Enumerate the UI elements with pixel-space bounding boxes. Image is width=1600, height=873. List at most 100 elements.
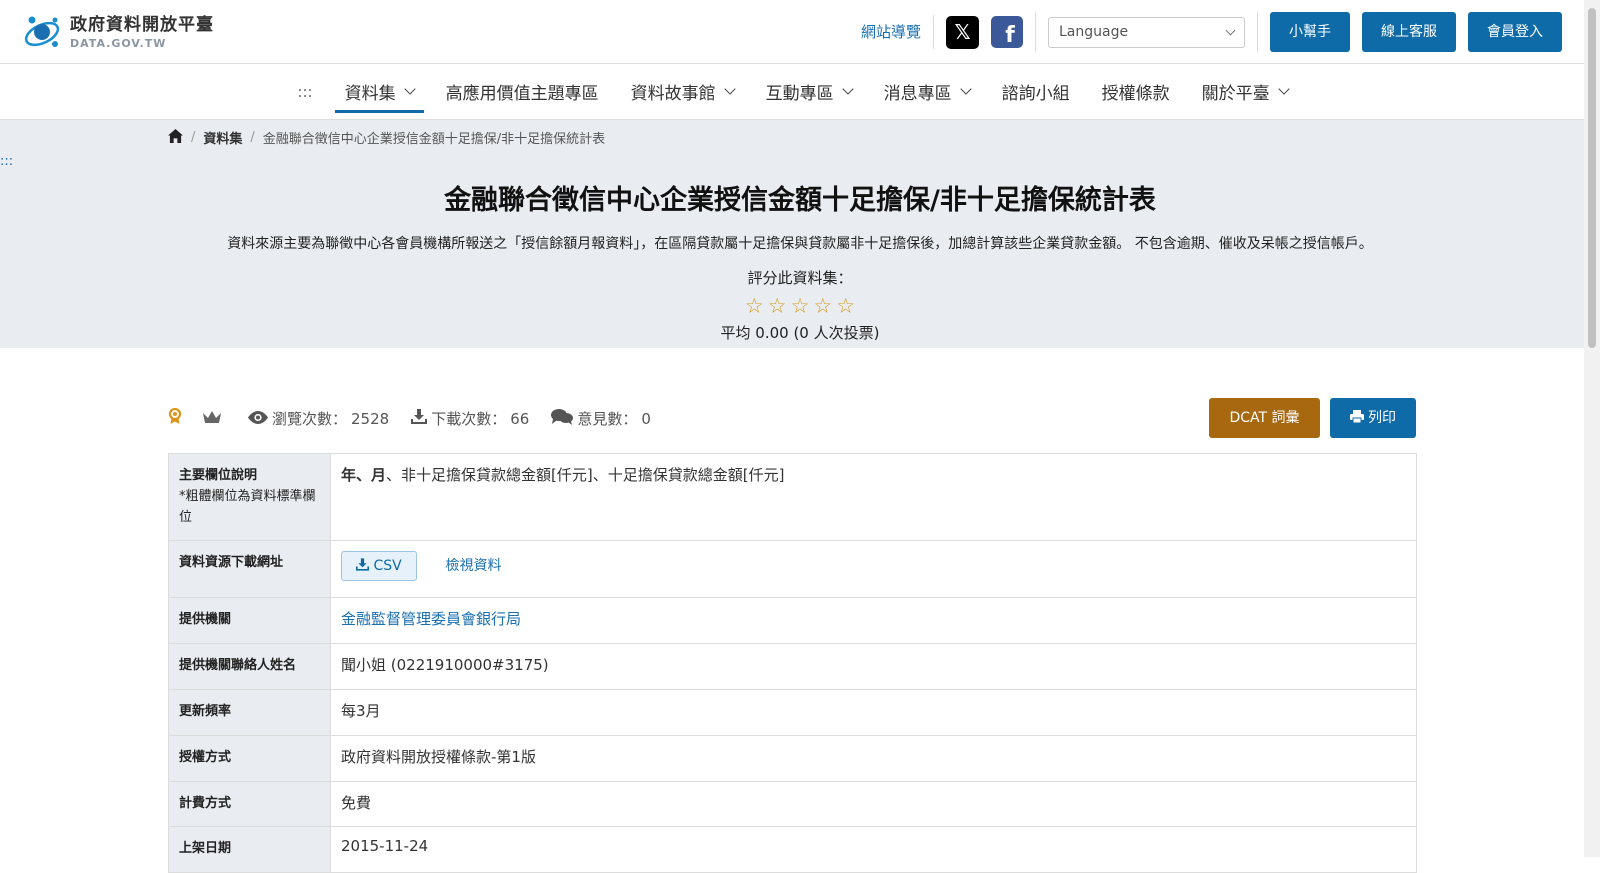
page-scrollbar[interactable] xyxy=(1584,0,1600,857)
dataset-hero: / 資料集 / 金融聯合徵信中心企業授信金額十足擔保/非十足擔保統計表 ::: … xyxy=(0,120,1600,348)
content-accesskey[interactable]: ::: xyxy=(0,154,13,169)
nav-item-label: 資料故事館 xyxy=(630,84,716,104)
listed-date-value: 2015-11-24 xyxy=(330,826,1417,873)
language-select[interactable]: Language xyxy=(1048,16,1245,48)
nav-item-about[interactable]: 關於平臺 xyxy=(1186,64,1304,119)
dataset-stats: 瀏覽次數： 2528 下載次數： 66 意見數： 0 DCAT 詞彙 列印 xyxy=(168,398,1416,438)
member-login-button[interactable]: 會員登入 xyxy=(1468,12,1562,52)
fields-standard: 年、月 xyxy=(341,466,387,484)
nav-item-news[interactable]: 消息專區 xyxy=(868,64,986,119)
rating-stars: ☆ ☆ ☆ ☆ ☆ xyxy=(0,294,1600,318)
views-label: 瀏覽次數： xyxy=(272,410,348,428)
downloads-label: 下載次數： xyxy=(431,410,507,428)
chevron-down-icon xyxy=(1225,25,1236,35)
breadcrumb-current: 金融聯合徵信中心企業授信金額十足擔保/非十足擔保統計表 xyxy=(262,132,606,147)
nav-item-datasets[interactable]: 資料集 xyxy=(329,64,430,119)
site-header: 政府資料開放平臺 DATA.GOV.TW 網站導覽 𝕏 f Language 小… xyxy=(0,0,1600,64)
home-icon[interactable] xyxy=(168,128,183,147)
csv-button-label: CSV xyxy=(373,558,402,575)
nav-item-label: 高應用價值主題專區 xyxy=(445,84,599,104)
download-url-label: 資料資源下載網址 xyxy=(168,540,331,599)
comments-label: 意見數： xyxy=(577,410,638,428)
table-row: 資料資源下載網址 CSV 檢視資料 xyxy=(168,540,1417,599)
table-row: 提供機關聯絡人姓名 聞小姐 (0221910000#3175) xyxy=(168,643,1417,690)
site-logo[interactable]: 政府資料開放平臺 DATA.GOV.TW xyxy=(22,10,214,50)
x-icon[interactable]: 𝕏 xyxy=(946,15,979,49)
chevron-down-icon xyxy=(403,83,416,95)
star-icon[interactable]: ☆ xyxy=(768,294,787,318)
chevron-down-icon xyxy=(959,83,972,95)
fee-label: 計費方式 xyxy=(168,780,331,828)
logo-icon xyxy=(22,10,62,50)
star-icon[interactable]: ☆ xyxy=(836,294,855,318)
comments-icon xyxy=(551,408,574,429)
breadcrumb-separator: / xyxy=(250,130,255,145)
online-service-button[interactable]: 線上客服 xyxy=(1362,12,1456,52)
table-row: 提供機關 金融監督管理委員會銀行局 xyxy=(168,597,1417,645)
main-nav: ::: 資料集 高應用價值主題專區 資料故事館 互動專區 消息專區 諮詢小組 授… xyxy=(0,64,1600,120)
chevron-down-icon xyxy=(723,83,736,95)
nav-item-label: 關於平臺 xyxy=(1201,84,1270,104)
nav-item-interactive[interactable]: 互動專區 xyxy=(750,64,868,119)
breadcrumb: / 資料集 / 金融聯合徵信中心企業授信金額十足擔保/非十足擔保統計表 xyxy=(168,128,605,147)
download-icon xyxy=(411,409,428,428)
csv-download-button[interactable]: CSV xyxy=(341,551,417,582)
fields-other: 、非十足擔保貸款總金額[仟元]、十足擔保貸款總金額[仟元] xyxy=(386,466,785,484)
license-label: 授權方式 xyxy=(168,734,331,782)
sitemap-link[interactable]: 網站導覽 xyxy=(861,15,934,49)
printer-icon xyxy=(1349,410,1364,426)
star-icon[interactable]: ☆ xyxy=(813,294,832,318)
language-select-value: Language xyxy=(1059,24,1129,40)
nav-item-license[interactable]: 授權條款 xyxy=(1086,64,1186,119)
eye-icon xyxy=(248,410,268,428)
frequency-value: 每3月 xyxy=(330,688,1417,736)
star-icon[interactable]: ☆ xyxy=(791,294,810,318)
star-icon[interactable]: ☆ xyxy=(745,294,764,318)
table-row: 更新頻率 每3月 xyxy=(168,688,1417,736)
helper-button[interactable]: 小幫手 xyxy=(1270,12,1350,52)
dcat-button[interactable]: DCAT 詞彙 xyxy=(1209,398,1320,438)
breadcrumb-datasets[interactable]: 資料集 xyxy=(203,128,242,147)
nav-item-stories[interactable]: 資料故事館 xyxy=(615,64,750,119)
contact-value: 聞小姐 (0221910000#3175) xyxy=(330,643,1417,690)
chevron-down-icon xyxy=(841,83,854,95)
table-row: 計費方式 免費 xyxy=(168,780,1417,828)
award-badge-icon xyxy=(168,407,182,429)
nav-item-label: 諮詢小組 xyxy=(1001,84,1070,104)
table-row: 主要欄位說明 *粗體欄位為資料標準欄位 年、月、非十足擔保貸款總金額[仟元]、十… xyxy=(168,452,1417,542)
listed-date-label: 上架日期 xyxy=(168,826,331,873)
nav-item-label: 資料集 xyxy=(344,84,396,104)
license-value: 政府資料開放授權條款-第1版 xyxy=(330,734,1417,782)
nav-item-label: 互動專區 xyxy=(765,84,834,104)
table-row: 授權方式 政府資料開放授權條款-第1版 xyxy=(168,734,1417,782)
breadcrumb-separator: / xyxy=(191,130,196,145)
agency-label: 提供機關 xyxy=(168,597,331,645)
view-data-link[interactable]: 檢視資料 xyxy=(445,558,501,574)
nav-item-high-value[interactable]: 高應用價值主題專區 xyxy=(430,64,615,119)
crown-icon xyxy=(202,409,222,429)
comments-count: 0 xyxy=(641,409,651,428)
fields-label: 主要欄位說明 xyxy=(179,468,258,483)
downloads-count: 66 xyxy=(510,409,530,428)
agency-link[interactable]: 金融監督管理委員會銀行局 xyxy=(341,610,521,628)
nav-item-label: 授權條款 xyxy=(1101,84,1170,104)
fields-note: *粗體欄位為資料標準欄位 xyxy=(179,488,316,525)
dataset-description: 資料來源主要為聯徵中心各會員機構所報送之「授信餘額月報資料」，在區隔貸款屬十足擔… xyxy=(227,236,1373,252)
scrollbar-thumb[interactable] xyxy=(1588,8,1596,348)
rating-average: 平均 0.00 (0 人次投票) xyxy=(720,324,880,342)
logo-title: 政府資料開放平臺 xyxy=(70,15,214,35)
facebook-icon[interactable]: f xyxy=(991,16,1023,48)
table-row: 上架日期 2015-11-24 xyxy=(168,826,1417,873)
print-button-label: 列印 xyxy=(1368,410,1396,426)
nav-item-label: 消息專區 xyxy=(883,84,952,104)
views-count: 2528 xyxy=(351,409,390,428)
logo-subtitle: DATA.GOV.TW xyxy=(70,37,167,50)
nav-accesskey[interactable]: ::: xyxy=(281,64,328,119)
fee-value: 免費 xyxy=(330,780,1417,828)
print-button[interactable]: 列印 xyxy=(1329,398,1416,438)
nav-item-advisory[interactable]: 諮詢小組 xyxy=(986,64,1086,119)
chevron-down-icon xyxy=(1277,83,1290,95)
contact-label: 提供機關聯絡人姓名 xyxy=(168,643,331,690)
dataset-info-table: 主要欄位說明 *粗體欄位為資料標準欄位 年、月、非十足擔保貸款總金額[仟元]、十… xyxy=(168,452,1417,873)
rating-label: 評分此資料集： xyxy=(747,269,853,287)
